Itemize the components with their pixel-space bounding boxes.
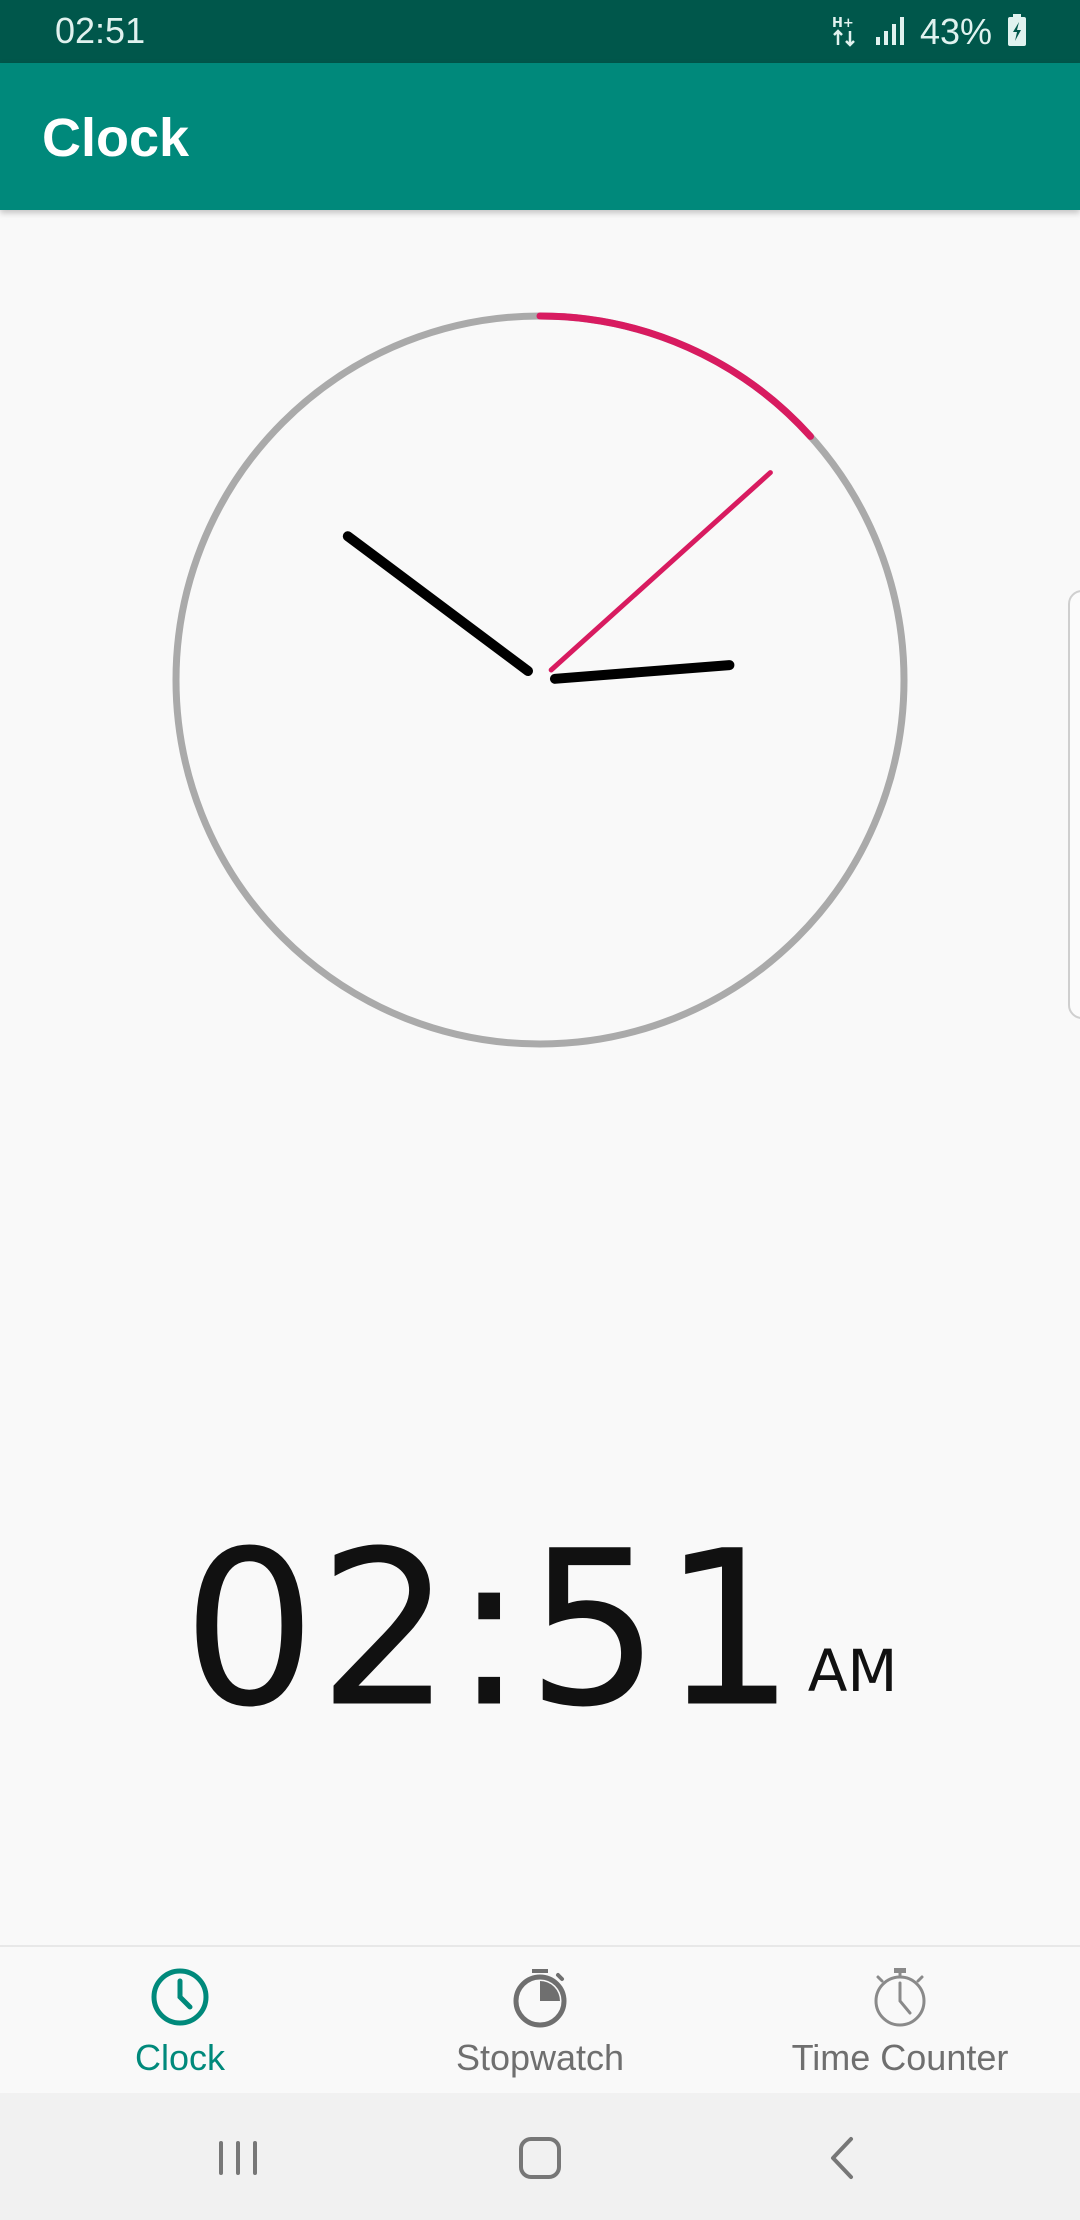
hour-hand	[549, 660, 735, 684]
digital-clock: 02:51 AM	[0, 1504, 1080, 1755]
home-icon[interactable]	[505, 2123, 575, 2193]
tab-stopwatch-label: Stopwatch	[455, 2037, 625, 2078]
timer-icon	[866, 1963, 934, 2031]
system-navigation-bar	[0, 2093, 1080, 2220]
digital-time: 02:51	[182, 1504, 798, 1755]
clock-icon	[146, 1963, 214, 2031]
back-icon[interactable]	[807, 2123, 877, 2193]
tab-time-counter-label: Time Counter	[791, 2037, 1009, 2078]
bottom-navigation: Clock Stopwatch Time Counter	[0, 1945, 1080, 2095]
tab-stopwatch[interactable]: Stopwatch	[360, 1947, 720, 2095]
clock-ring	[172, 312, 908, 1048]
am-pm-label: AM	[807, 1637, 898, 1705]
minute-hand	[342, 531, 533, 677]
tab-clock[interactable]: Clock	[0, 1947, 360, 2095]
tab-time-counter[interactable]: Time Counter	[720, 1947, 1080, 2095]
tab-clock-label: Clock	[134, 2037, 226, 2078]
stopwatch-icon	[506, 1963, 574, 2031]
edge-panel-handle[interactable]	[1068, 590, 1080, 1019]
seconds-progress-arc	[536, 312, 815, 440]
analog-clock	[172, 312, 908, 1048]
second-hand	[548, 470, 773, 673]
recents-icon[interactable]	[203, 2123, 273, 2193]
